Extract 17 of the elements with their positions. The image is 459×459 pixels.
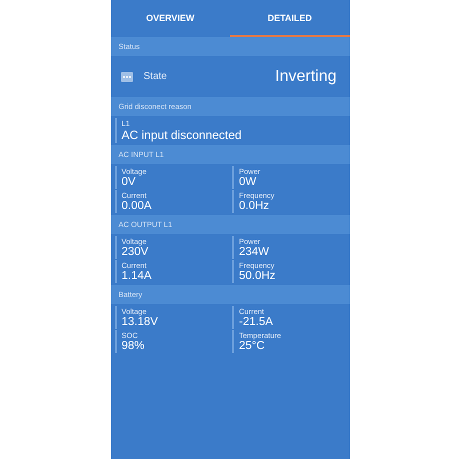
reading-value: 13.18V xyxy=(122,316,159,328)
reading-value: 1.14A xyxy=(122,270,153,282)
reading-value: 98% xyxy=(122,340,146,352)
reading-value: 50.0Hz xyxy=(239,270,276,282)
reading-value: 0W xyxy=(239,176,258,188)
reading-value: 0.00A xyxy=(122,200,153,212)
reading-value: 0.0Hz xyxy=(239,200,270,212)
state-value: Inverting xyxy=(275,68,336,86)
state-label: State xyxy=(144,71,167,82)
reading-value: 230V xyxy=(122,246,150,258)
reading-value: 234W xyxy=(239,246,270,258)
reading-value: AC input disconnected xyxy=(122,128,243,142)
more-icon xyxy=(120,72,132,82)
reading-value: 25°C xyxy=(239,340,266,352)
tab[interactable]: OVERVIEW xyxy=(110,0,230,37)
reading-value: 0V xyxy=(122,176,137,188)
reading-value: -21.5A xyxy=(239,316,274,328)
